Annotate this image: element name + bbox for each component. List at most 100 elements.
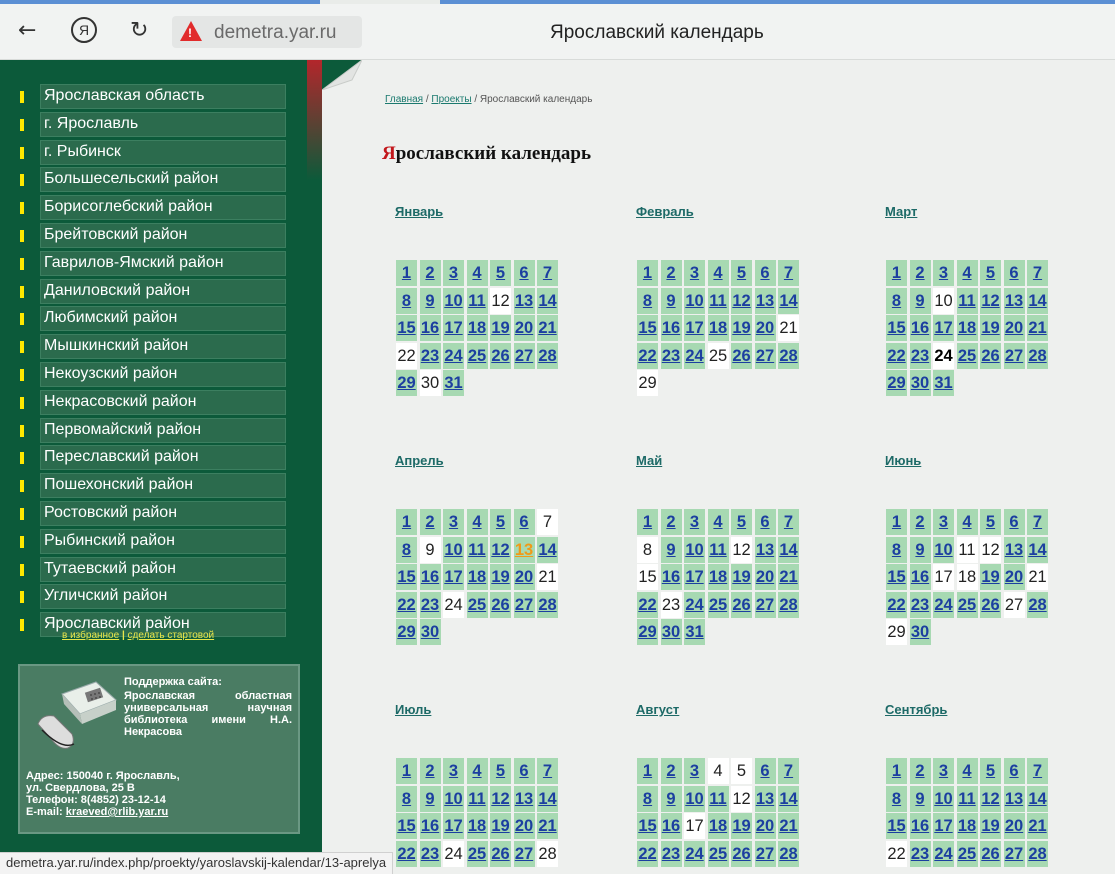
calendar-day[interactable]: 6 bbox=[754, 509, 776, 535]
calendar-day[interactable]: 18 bbox=[956, 813, 978, 840]
calendar-day[interactable]: 5 bbox=[731, 509, 752, 535]
calendar-day[interactable]: 16 bbox=[419, 564, 441, 591]
calendar-day[interactable]: 17 bbox=[933, 315, 954, 342]
month-title[interactable]: Апрель bbox=[395, 453, 444, 468]
calendar-day[interactable]: 4 bbox=[956, 509, 978, 535]
calendar-day[interactable]: 27 bbox=[754, 840, 776, 867]
month-title[interactable]: Февраль bbox=[636, 204, 694, 219]
calendar-day[interactable]: 24 bbox=[933, 840, 954, 867]
calendar-day[interactable]: 14 bbox=[1027, 785, 1048, 812]
calendar-day[interactable]: 20 bbox=[513, 813, 535, 840]
calendar-day[interactable]: 31 bbox=[443, 370, 464, 397]
calendar-day[interactable]: 24 bbox=[933, 591, 954, 618]
calendar-day[interactable]: 18 bbox=[466, 813, 488, 840]
menu-item-label[interactable]: Гаврилов-Ямский район bbox=[44, 254, 224, 272]
calendar-day[interactable]: 16 bbox=[909, 564, 931, 591]
calendar-day[interactable]: 18 bbox=[707, 564, 729, 591]
calendar-day[interactable]: 13 bbox=[1003, 536, 1025, 563]
calendar-day[interactable]: 24 bbox=[443, 342, 464, 369]
menu-item-label[interactable]: Переславский район bbox=[44, 448, 199, 466]
calendar-day[interactable]: 15 bbox=[637, 315, 658, 342]
calendar-day[interactable]: 11 bbox=[956, 785, 978, 812]
calendar-day[interactable]: 26 bbox=[731, 342, 752, 369]
calendar-day[interactable]: 5 bbox=[490, 758, 511, 784]
calendar-day[interactable]: 10 bbox=[933, 785, 954, 812]
calendar-day[interactable]: 23 bbox=[660, 840, 682, 867]
month-title[interactable]: Январь bbox=[395, 204, 443, 219]
calendar-day[interactable]: 2 bbox=[909, 758, 931, 784]
calendar-day[interactable]: 22 bbox=[396, 591, 417, 618]
month-title[interactable]: Май bbox=[636, 453, 662, 468]
calendar-day[interactable]: 10 bbox=[684, 287, 705, 314]
month-title[interactable]: Август bbox=[636, 702, 679, 717]
calendar-day[interactable]: 14 bbox=[778, 536, 799, 563]
menu-item-label[interactable]: Ярославская область bbox=[44, 87, 205, 105]
calendar-day[interactable]: 24 bbox=[684, 840, 705, 867]
calendar-day[interactable]: 19 bbox=[731, 564, 752, 591]
calendar-day[interactable]: 25 bbox=[466, 342, 488, 369]
calendar-day[interactable]: 3 bbox=[933, 509, 954, 535]
calendar-day[interactable]: 11 bbox=[466, 287, 488, 314]
calendar-day[interactable]: 25 bbox=[707, 591, 729, 618]
calendar-day[interactable]: 3 bbox=[443, 509, 464, 535]
calendar-day[interactable]: 25 bbox=[466, 840, 488, 867]
calendar-day[interactable]: 26 bbox=[980, 591, 1001, 618]
calendar-day[interactable]: 3 bbox=[684, 509, 705, 535]
calendar-day[interactable]: 2 bbox=[660, 260, 682, 286]
calendar-day[interactable]: 25 bbox=[466, 591, 488, 618]
calendar-day[interactable]: 28 bbox=[778, 840, 799, 867]
calendar-day[interactable]: 21 bbox=[778, 813, 799, 840]
calendar-day[interactable]: 17 bbox=[443, 813, 464, 840]
calendar-day[interactable]: 13 bbox=[1003, 287, 1025, 314]
calendar-day[interactable]: 15 bbox=[637, 813, 658, 840]
calendar-day[interactable]: 6 bbox=[754, 758, 776, 784]
calendar-day[interactable]: 2 bbox=[419, 758, 441, 784]
calendar-day[interactable]: 5 bbox=[731, 260, 752, 286]
calendar-day[interactable]: 28 bbox=[1027, 342, 1048, 369]
calendar-day[interactable]: 11 bbox=[707, 785, 729, 812]
calendar-day[interactable]: 16 bbox=[419, 315, 441, 342]
calendar-day[interactable]: 1 bbox=[886, 758, 907, 784]
calendar-day[interactable]: 1 bbox=[637, 758, 658, 784]
calendar-day[interactable]: 6 bbox=[1003, 260, 1025, 286]
calendar-day[interactable]: 28 bbox=[778, 342, 799, 369]
calendar-day[interactable]: 27 bbox=[1003, 342, 1025, 369]
calendar-day[interactable]: 26 bbox=[490, 342, 511, 369]
calendar-day[interactable]: 25 bbox=[956, 840, 978, 867]
calendar-day[interactable]: 23 bbox=[909, 840, 931, 867]
menu-item-label[interactable]: Рыбинский район bbox=[44, 532, 175, 550]
menu-item-label[interactable]: Некоузский район bbox=[44, 365, 177, 383]
calendar-day[interactable]: 28 bbox=[1027, 840, 1048, 867]
calendar-day[interactable]: 19 bbox=[490, 315, 511, 342]
menu-item-label[interactable]: Ростовский район bbox=[44, 504, 177, 522]
menu-item-label[interactable]: г. Ярославль bbox=[44, 115, 138, 133]
insecure-warning-icon[interactable]: ! bbox=[180, 21, 202, 41]
menu-item-label[interactable]: Любимский район bbox=[44, 309, 177, 327]
calendar-day[interactable]: 26 bbox=[980, 840, 1001, 867]
calendar-day[interactable]: 5 bbox=[980, 509, 1001, 535]
month-title[interactable]: Сентябрь bbox=[885, 702, 947, 717]
calendar-day[interactable]: 11 bbox=[466, 785, 488, 812]
calendar-day[interactable]: 28 bbox=[1027, 591, 1048, 618]
calendar-day[interactable]: 6 bbox=[754, 260, 776, 286]
calendar-day[interactable]: 7 bbox=[778, 509, 799, 535]
calendar-day[interactable]: 7 bbox=[537, 260, 558, 286]
calendar-day[interactable]: 18 bbox=[466, 564, 488, 591]
calendar-day[interactable]: 2 bbox=[419, 260, 441, 286]
calendar-day[interactable]: 19 bbox=[980, 564, 1001, 591]
calendar-day[interactable]: 10 bbox=[684, 536, 705, 563]
calendar-day[interactable]: 22 bbox=[886, 342, 907, 369]
calendar-day[interactable]: 21 bbox=[537, 315, 558, 342]
calendar-day[interactable]: 8 bbox=[886, 536, 907, 563]
calendar-day[interactable]: 13 bbox=[1003, 785, 1025, 812]
calendar-day[interactable]: 27 bbox=[754, 342, 776, 369]
menu-item-label[interactable]: Тутаевский район bbox=[44, 560, 176, 578]
breadcrumb-projects[interactable]: Проекты bbox=[431, 94, 471, 105]
calendar-day[interactable]: 15 bbox=[886, 813, 907, 840]
calendar-day[interactable]: 25 bbox=[956, 591, 978, 618]
calendar-day[interactable]: 27 bbox=[513, 840, 535, 867]
calendar-day[interactable]: 6 bbox=[1003, 758, 1025, 784]
calendar-day[interactable]: 6 bbox=[513, 260, 535, 286]
calendar-day[interactable]: 15 bbox=[886, 315, 907, 342]
calendar-day[interactable]: 8 bbox=[886, 785, 907, 812]
